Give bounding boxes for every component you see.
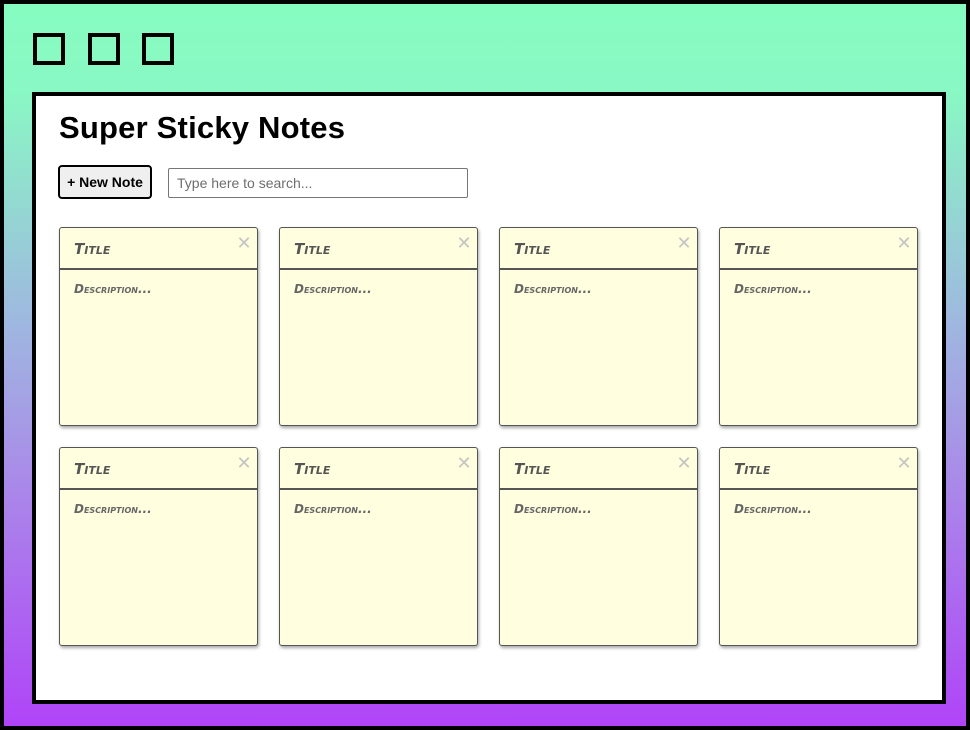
- close-icon[interactable]: ✕: [454, 234, 474, 254]
- note-description[interactable]: Description...: [294, 282, 372, 296]
- close-icon[interactable]: ✕: [234, 454, 254, 474]
- note-card[interactable]: Title ✕ Description...: [279, 447, 478, 646]
- note-card[interactable]: Title ✕ Description...: [499, 447, 698, 646]
- note-card[interactable]: Title ✕ Description...: [59, 447, 258, 646]
- new-note-button[interactable]: + New Note: [58, 165, 152, 199]
- note-header: Title ✕: [720, 228, 917, 270]
- note-description[interactable]: Description...: [74, 502, 152, 516]
- close-icon[interactable]: ✕: [674, 234, 694, 254]
- note-card[interactable]: Title ✕ Description...: [59, 227, 258, 426]
- note-card[interactable]: Title ✕ Description...: [719, 227, 918, 426]
- note-header: Title ✕: [280, 228, 477, 270]
- note-header: Title ✕: [500, 448, 697, 490]
- note-header: Title ✕: [720, 448, 917, 490]
- close-icon[interactable]: ✕: [674, 454, 694, 474]
- app-window-frame: Super Sticky Notes + New Note Title ✕ De…: [0, 0, 970, 730]
- close-icon[interactable]: ✕: [234, 234, 254, 254]
- note-title[interactable]: Title: [294, 460, 330, 478]
- note-title[interactable]: Title: [734, 240, 770, 258]
- note-title[interactable]: Title: [514, 460, 550, 478]
- close-icon[interactable]: ✕: [894, 454, 914, 474]
- close-icon[interactable]: ✕: [894, 234, 914, 254]
- note-card[interactable]: Title ✕ Description...: [719, 447, 918, 646]
- note-title[interactable]: Title: [734, 460, 770, 478]
- note-title[interactable]: Title: [74, 240, 110, 258]
- notes-app-panel: Super Sticky Notes + New Note Title ✕ De…: [32, 92, 946, 704]
- note-title[interactable]: Title: [294, 240, 330, 258]
- close-icon[interactable]: ✕: [454, 454, 474, 474]
- note-header: Title ✕: [60, 448, 257, 490]
- note-description[interactable]: Description...: [294, 502, 372, 516]
- note-card[interactable]: Title ✕ Description...: [279, 227, 478, 426]
- note-title[interactable]: Title: [514, 240, 550, 258]
- note-header: Title ✕: [280, 448, 477, 490]
- note-card[interactable]: Title ✕ Description...: [499, 227, 698, 426]
- window-control-square-3[interactable]: [142, 33, 174, 65]
- note-header: Title ✕: [500, 228, 697, 270]
- page-title: Super Sticky Notes: [59, 110, 346, 145]
- note-header: Title ✕: [60, 228, 257, 270]
- note-description[interactable]: Description...: [514, 502, 592, 516]
- note-description[interactable]: Description...: [734, 282, 812, 296]
- note-description[interactable]: Description...: [74, 282, 152, 296]
- note-description[interactable]: Description...: [514, 282, 592, 296]
- window-control-square-2[interactable]: [88, 33, 120, 65]
- window-control-square-1[interactable]: [33, 33, 65, 65]
- note-title[interactable]: Title: [74, 460, 110, 478]
- search-input[interactable]: [168, 168, 468, 198]
- note-description[interactable]: Description...: [734, 502, 812, 516]
